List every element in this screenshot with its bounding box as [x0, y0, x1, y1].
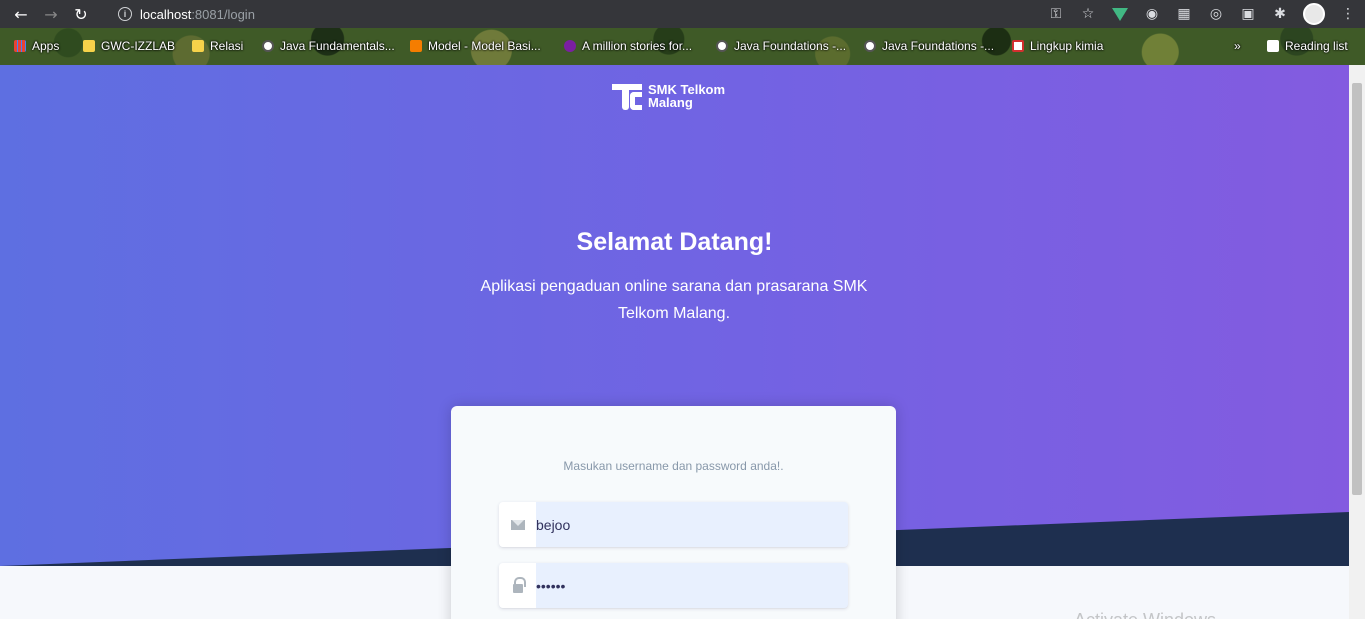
password-field[interactable]: ••••••: [499, 563, 848, 608]
reading-list-icon: [1267, 40, 1279, 52]
bookmark-label: Apps: [32, 39, 60, 53]
browser-toolbar: ← → ↻ i localhost:8081/login ⚿ ☆ ◉ ▦ ◎ ▣…: [0, 0, 1365, 28]
kebab-menu-icon[interactable]: ⋮: [1339, 5, 1357, 23]
extension-icon[interactable]: ▦: [1175, 5, 1193, 23]
bookmark-apps[interactable]: Apps: [14, 38, 59, 54]
globe-icon: [262, 40, 274, 52]
bookmark-label: Java Fundamentals...: [280, 39, 395, 53]
bookmark-label: GWC-IZZLAB: [101, 39, 175, 53]
globe-icon: [716, 40, 728, 52]
folder-icon: [83, 40, 95, 52]
profile-avatar[interactable]: [1303, 3, 1325, 25]
bookmark-gwc-izzlab[interactable]: GWC-IZZLAB: [83, 38, 175, 54]
reload-icon[interactable]: ↻: [66, 0, 96, 28]
bookmark-label: Lingkup kimia: [1030, 39, 1104, 53]
wattpad-icon: [564, 40, 576, 52]
key-icon[interactable]: ⚿: [1047, 5, 1065, 23]
reading-list-label: Reading list: [1285, 39, 1348, 53]
bookmark-java-foundations-2[interactable]: Java Foundations -...: [864, 38, 994, 54]
forward-arrow-icon[interactable]: →: [36, 0, 66, 28]
scrollbar-thumb[interactable]: [1352, 83, 1362, 495]
overflow-chevron-icon: »: [1234, 39, 1241, 53]
reading-list-button[interactable]: Reading list: [1267, 38, 1348, 54]
record-icon[interactable]: ◎: [1207, 5, 1225, 23]
back-arrow-icon[interactable]: ←: [6, 0, 36, 28]
folder-icon: [192, 40, 204, 52]
url-host: localhost: [140, 6, 192, 22]
lock-icon: [499, 563, 536, 608]
username-field[interactable]: bejoo: [499, 502, 848, 547]
bookmark-relasi[interactable]: Relasi: [192, 38, 243, 54]
translate-globe-icon[interactable]: ◉: [1143, 5, 1161, 23]
brand-line-2: Malang: [648, 95, 693, 110]
login-page: SMK Telkom Malang Selamat Datang! Aplika…: [0, 65, 1349, 619]
school-logo[interactable]: SMK Telkom Malang: [612, 82, 725, 110]
welcome-title: Selamat Datang!: [576, 228, 773, 256]
telkom-logo-icon: [612, 82, 644, 110]
bookmark-wattpad[interactable]: A million stories for...: [564, 38, 692, 54]
url-path: :8081/login: [191, 6, 255, 22]
bookmarks-overflow[interactable]: »: [1234, 38, 1241, 54]
apps-grid-icon: [14, 40, 26, 52]
login-hint: Masukan username dan password anda!.: [563, 459, 784, 473]
login-card: Masukan username dan password anda!. bej…: [451, 406, 896, 619]
activate-windows-watermark: Activate Windows: [1074, 610, 1216, 619]
bookmark-label: Java Foundations -...: [882, 39, 995, 53]
bookmark-java-fundamentals[interactable]: Java Fundamentals...: [262, 38, 395, 54]
vue-devtools-icon[interactable]: [1111, 5, 1129, 23]
envelope-icon: [499, 502, 536, 547]
camera-extension-icon[interactable]: ▣: [1239, 5, 1257, 23]
bookmarks-bar: Apps GWC-IZZLAB Relasi Java Fundamentals…: [0, 28, 1365, 65]
password-value[interactable]: ••••••: [536, 578, 565, 594]
g-icon: [1012, 40, 1024, 52]
username-value[interactable]: bejoo: [536, 517, 570, 533]
welcome-subtitle: Aplikasi pengaduan online sarana dan pra…: [480, 278, 868, 322]
page-scrollbar[interactable]: [1349, 65, 1365, 619]
bookmark-label: Relasi: [210, 39, 244, 53]
bookmark-lingkup-kimia[interactable]: Lingkup kimia: [1012, 38, 1103, 54]
site-info-icon[interactable]: i: [118, 7, 132, 21]
blogger-icon: [410, 40, 422, 52]
address-bar[interactable]: i localhost:8081/login: [112, 4, 255, 24]
bookmark-label: Model - Model Basi...: [428, 39, 541, 53]
star-icon[interactable]: ☆: [1079, 5, 1097, 23]
puzzle-extensions-icon[interactable]: ✱: [1271, 5, 1289, 23]
bookmark-java-foundations-1[interactable]: Java Foundations -...: [716, 38, 846, 54]
bookmark-label: Java Foundations -...: [734, 39, 847, 53]
bookmark-label: A million stories for...: [582, 39, 693, 53]
bookmark-model-basis[interactable]: Model - Model Basi...: [410, 38, 541, 54]
globe-icon: [864, 40, 876, 52]
